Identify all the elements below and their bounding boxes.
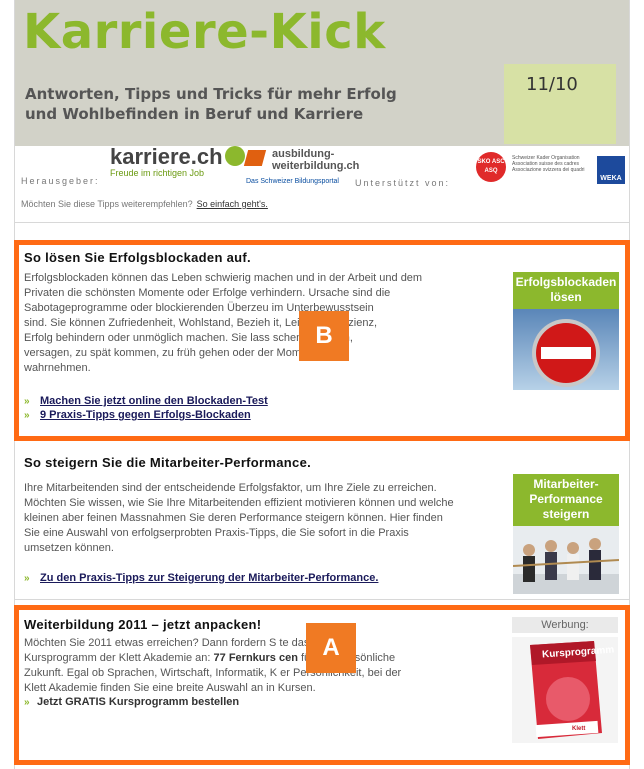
team-photo-icon [513,526,619,594]
issue-number: 11/10 [526,74,578,95]
sko-description: Schweizer Kader Organisation Association… [512,155,585,173]
forward-line: Möchten Sie diese Tipps weiterempfehlen?… [21,199,268,209]
karriere-logo-icon [224,146,245,166]
section2-title: So steigern Sie die Mitarbeiter-Performa… [24,455,312,470]
publisher-label: Herausgeber: [21,176,100,186]
forward-link[interactable]: So einfach geht's. [197,199,268,209]
newsletter-title: Karriere-Kick [23,4,386,60]
newsletter-tagline: Antworten, Tipps und Tricks für mehr Erf… [25,85,397,123]
mitarbeiter-performance-image[interactable]: Mitarbeiter-Performance steigern [513,474,619,594]
chevron-icon: » [24,573,30,584]
issue-box: 11/10 [504,64,616,144]
divider [15,599,629,600]
supported-label: Unterstützt von: [355,178,451,188]
marker-badge-b: B [299,311,349,361]
divider [15,222,629,223]
section2-text: Ihre Mitarbeitenden sind der entscheiden… [24,482,454,554]
karriere-logo[interactable]: karriere.ch Freude im richtigen Job [110,144,245,178]
mitarbeiter-performance-link[interactable]: Zu den Praxis-Tipps zur Steigerung der M… [40,572,378,584]
sko-logo[interactable]: SKO ASC ASQ [476,152,506,182]
marker-badge-a: A [306,623,356,673]
weka-logo[interactable]: WEKA [597,156,625,184]
